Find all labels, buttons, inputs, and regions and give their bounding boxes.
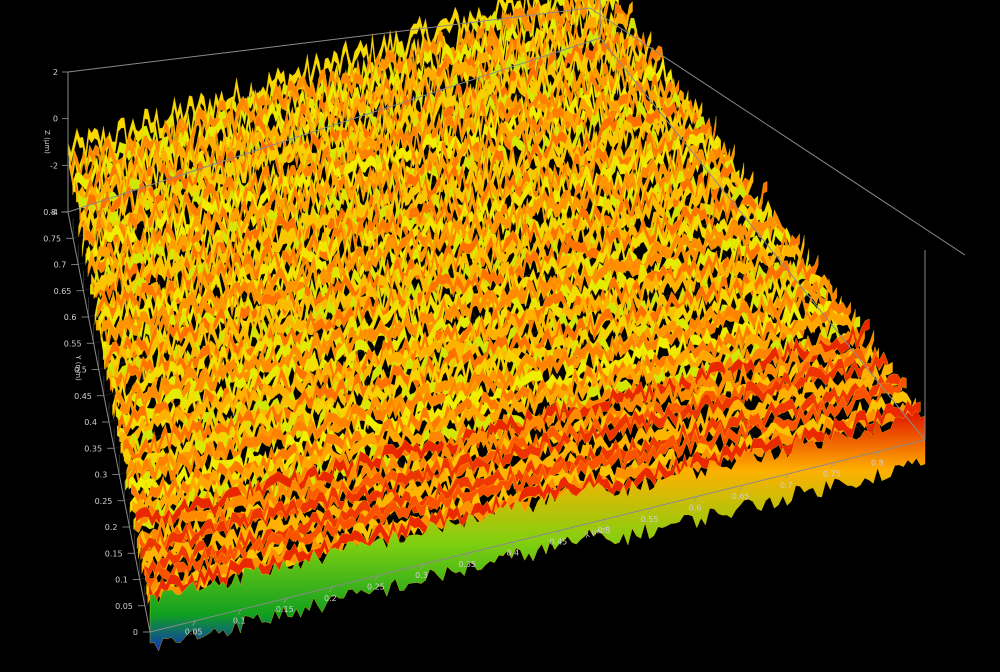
x-tick-label: 0.45: [549, 537, 567, 546]
y-tick-label: 0.65: [54, 287, 72, 296]
y-tick-label: 0.35: [84, 444, 102, 453]
x-tick-label: 0.6: [689, 504, 702, 513]
y-tick-label: 0.7: [54, 261, 67, 270]
y-tick-label: 0: [133, 628, 138, 637]
y-tick-label: 0.6: [64, 313, 77, 322]
chart-svg: 0.050.10.150.20.250.30.350.40.450.50.550…: [43, 0, 966, 652]
surface-plot-3d: 0.05 0.1 0.15 0.2 0.25 0.3 0.35 0.4 0.45 0.5 0.55 0…: [0, 0, 1000, 667]
y-tick-label: 0.15: [105, 549, 123, 558]
x-tick-label: 0.8: [871, 458, 884, 467]
z-axis-ticks: 2 0 -2 -4: [50, 68, 68, 217]
z-tick-label: -4: [50, 208, 58, 217]
x-tick-label: 0.35: [458, 560, 476, 569]
x-tick-label: 0.65: [732, 492, 750, 501]
y-tick-label: 0.05: [115, 602, 133, 611]
z-tick-label: 0: [53, 115, 58, 124]
x-tick-label: 0.15: [276, 605, 294, 614]
y-tick-label: 0.3: [95, 471, 108, 480]
y-tick-label: 0.2: [105, 523, 118, 532]
x-tick-label: 0.75: [823, 470, 841, 479]
x-tick-label: 0.55: [641, 515, 659, 524]
y-axis-title: Y (mm): [74, 354, 82, 381]
z-tick-label: 2: [53, 68, 58, 77]
y-tick-label: 0.45: [74, 392, 92, 401]
x-tick-label: 0.3: [415, 571, 428, 580]
x-tick-label: 0.4: [506, 549, 519, 558]
y-tick-label: 0.4: [84, 418, 97, 427]
y-tick-label: 0.1: [115, 576, 128, 585]
x-tick-label: 0.25: [367, 583, 385, 592]
x-tick-label: 0.05: [185, 628, 203, 637]
z-tick-label: -2: [50, 161, 58, 170]
x-tick-label: 0.2: [324, 594, 337, 603]
y-tick-label: 0.55: [64, 339, 82, 348]
y-tick-label: 0.75: [43, 234, 61, 243]
x-tick-label: 0.1: [233, 616, 246, 625]
x-tick-label: 0.7: [780, 481, 793, 490]
y-tick-label: 0.25: [95, 497, 113, 506]
z-axis-title: Z (µm): [43, 130, 51, 154]
surface-mesh: [67, 0, 926, 652]
